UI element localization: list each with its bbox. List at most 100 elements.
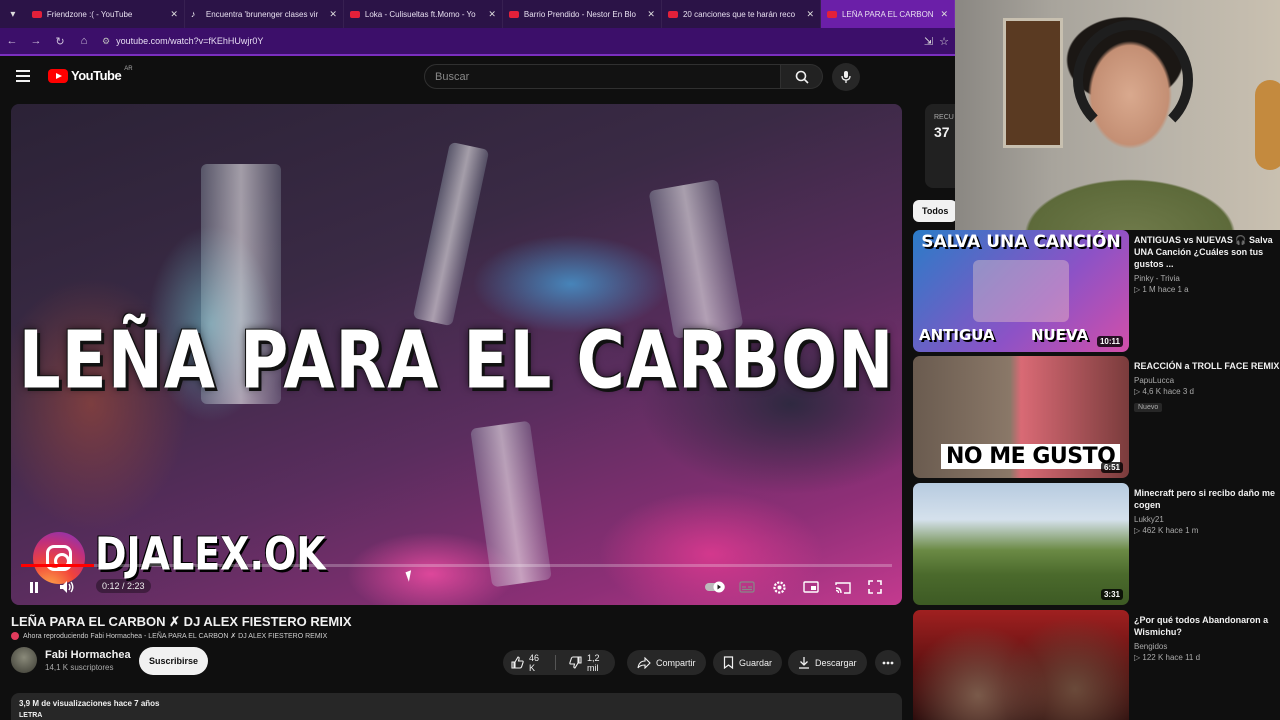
search-input[interactable]: Buscar: [424, 64, 781, 89]
now-playing-icon: [11, 632, 19, 640]
volume-button[interactable]: [57, 578, 77, 596]
like-button[interactable]: 46 K: [503, 650, 550, 675]
settings-button[interactable]: [769, 578, 789, 596]
video-duration: 10:11: [1096, 336, 1123, 347]
channel-name[interactable]: Fabi Hormachea: [45, 649, 131, 661]
tab-title: Friendzone :( - YouTube: [46, 9, 133, 19]
youtube-favicon-icon: [349, 10, 360, 18]
webcam-overlay: [955, 0, 1280, 230]
browser-tabstrip: ▾ Friendzone :( - YouTube ✕ ♪ Encuentra …: [0, 0, 955, 28]
recommendation-channel[interactable]: Bengidos: [1134, 642, 1280, 651]
recommendation-title[interactable]: REACCIÓN a TROLL FACE REMIX: [1134, 360, 1280, 372]
dislike-button[interactable]: 1,2 mil: [561, 650, 615, 675]
home-icon[interactable]: ⌂: [72, 27, 96, 55]
tab-menu-icon[interactable]: ▾: [0, 0, 26, 28]
subtitles-button[interactable]: [737, 578, 757, 596]
download-button[interactable]: Descargar: [788, 650, 867, 675]
progress-fill: [21, 564, 95, 567]
browser-tab-1[interactable]: Friendzone :( - YouTube ✕: [26, 0, 185, 28]
youtube-favicon-icon: [508, 10, 519, 18]
recommendation-channel[interactable]: PapuLucca: [1134, 376, 1280, 385]
video-thumbnail[interactable]: [913, 610, 1129, 720]
url-field[interactable]: ⚙ youtube.com/watch?v=fKEhHUwjr0Y: [102, 36, 924, 47]
more-actions-button[interactable]: [875, 650, 901, 675]
bookmark-star-icon[interactable]: ☆: [939, 35, 949, 48]
recommendation-channel[interactable]: Lukky21: [1134, 515, 1280, 524]
install-app-icon[interactable]: ⇲: [924, 35, 933, 48]
channel-avatar[interactable]: [11, 647, 37, 673]
subtitles-icon: [739, 581, 755, 593]
description-box[interactable]: 3,9 M de visualizaciones hace 7 años LET…: [11, 693, 902, 720]
share-icon: [637, 656, 651, 669]
close-icon[interactable]: ✕: [647, 9, 655, 20]
thumbs-down-icon: [569, 656, 582, 669]
voice-search-button[interactable]: [832, 63, 860, 91]
subscribe-button[interactable]: Suscribirse: [139, 647, 208, 675]
pause-button[interactable]: [25, 578, 43, 596]
youtube-favicon-icon: [667, 10, 678, 18]
recommendation-item[interactable]: ¿Por qué todos Abandonaron a Wismichu? B…: [913, 610, 1280, 720]
miniplayer-button[interactable]: [801, 578, 821, 596]
video-thumbnail[interactable]: SALVA UNA CANCIÓN ANTIGUA NUEVA 10:11: [913, 230, 1129, 352]
save-button[interactable]: Guardar: [713, 650, 783, 675]
recommendation-stats: ▷ 1 M hace 1 a: [1134, 285, 1189, 295]
browser-tab-active[interactable]: LEÑA PARA EL CARBON ✗ ✕: [820, 0, 955, 28]
browser-tab-5[interactable]: 20 canciones que te harán reco ✕: [662, 0, 821, 28]
autoplay-toggle[interactable]: [704, 578, 726, 596]
dislike-count: 1,2 mil: [587, 652, 600, 673]
microphone-icon: [841, 71, 851, 83]
chip-all[interactable]: Todos: [913, 200, 958, 222]
progress-bar[interactable]: [21, 564, 892, 567]
close-icon[interactable]: ✕: [488, 9, 496, 20]
close-icon[interactable]: ✕: [806, 9, 814, 20]
pause-icon: [30, 581, 38, 593]
now-playing-line[interactable]: Ahora reproduciendo Fabi Hormachea - LEÑ…: [11, 632, 327, 640]
video-player[interactable]: LEÑA PARA EL CARBON DJALEX.OK 0:12 / 2:2…: [11, 104, 902, 605]
recommendation-title[interactable]: ANTIGUAS vs NUEVAS 🎧 Salva UNA Canción ¿…: [1134, 234, 1280, 270]
recommendation-item[interactable]: 3:31 Minecraft pero si recibo daño me co…: [913, 483, 1280, 605]
menu-icon[interactable]: [16, 70, 30, 82]
subscriber-count: 14,1 K suscriptores: [45, 662, 114, 672]
download-icon: [799, 657, 809, 669]
like-dislike-bar: 46 K 1,2 mil: [503, 650, 615, 675]
back-icon[interactable]: ←: [0, 27, 24, 55]
time-display: 0:12 / 2:23: [96, 579, 151, 593]
youtube-logo[interactable]: YouTube AR: [48, 65, 133, 83]
youtube-favicon-icon: [31, 10, 42, 18]
share-button[interactable]: Compartir: [627, 650, 706, 675]
close-icon[interactable]: ✕: [170, 9, 178, 20]
recommendation-item[interactable]: SALVA UNA CANCIÓN ANTIGUA NUEVA 10:11 AN…: [913, 230, 1280, 352]
cast-button[interactable]: [833, 578, 853, 596]
tab-title: LEÑA PARA EL CARBON ✗: [841, 9, 936, 19]
youtube-favicon-icon: [826, 10, 837, 18]
recommendation-title[interactable]: Minecraft pero si recibo daño me cogen: [1134, 487, 1280, 511]
address-bar: ← → ↻ ⌂ ⚙ youtube.com/watch?v=fKEhHUwjr0…: [0, 28, 955, 56]
forward-icon[interactable]: →: [24, 27, 48, 55]
recommendation-item[interactable]: NO ME GUSTO 6:51 REACCIÓN a TROLL FACE R…: [913, 356, 1280, 478]
video-title: LEÑA PARA EL CARBON ✗ DJ ALEX FIESTERO R…: [11, 614, 352, 629]
youtube-header: YouTube AR Buscar: [0, 56, 955, 100]
recommendation-title[interactable]: ¿Por qué todos Abandonaron a Wismichu?: [1134, 614, 1280, 638]
screen: ▾ Friendzone :( - YouTube ✕ ♪ Encuentra …: [0, 0, 1280, 720]
video-thumbnail[interactable]: 3:31: [913, 483, 1129, 605]
browser-tab-3[interactable]: Loka - Culisueltas ft.Momo - Yo ✕: [344, 0, 503, 28]
save-label: Guardar: [739, 657, 773, 668]
browser-tab-2[interactable]: ♪ Encuentra 'brunenger clases vir ✕: [185, 0, 344, 28]
views-and-age: 3,9 M de visualizaciones hace 7 años: [19, 699, 160, 708]
country-code: AR: [124, 65, 133, 72]
reload-icon[interactable]: ↻: [48, 27, 72, 55]
search-icon: [795, 70, 809, 84]
site-info-icon[interactable]: ⚙: [102, 36, 110, 47]
new-badge: Nuevo: [1134, 403, 1163, 413]
video-thumbnail[interactable]: NO ME GUSTO 6:51: [913, 356, 1129, 478]
search-button[interactable]: [781, 64, 823, 89]
browser-tab-4[interactable]: Barrio Prendido - Nestor En Blo ✕: [503, 0, 662, 28]
recommendation-channel[interactable]: Pinky - Trivia: [1134, 274, 1280, 283]
download-label: Descargar: [815, 657, 857, 668]
cast-icon: [835, 581, 851, 594]
close-icon[interactable]: ✕: [940, 9, 948, 20]
close-icon[interactable]: ✕: [329, 9, 337, 20]
webcam-background-guitar: [1255, 80, 1280, 170]
volume-icon: [60, 581, 74, 593]
fullscreen-button[interactable]: [865, 578, 885, 596]
